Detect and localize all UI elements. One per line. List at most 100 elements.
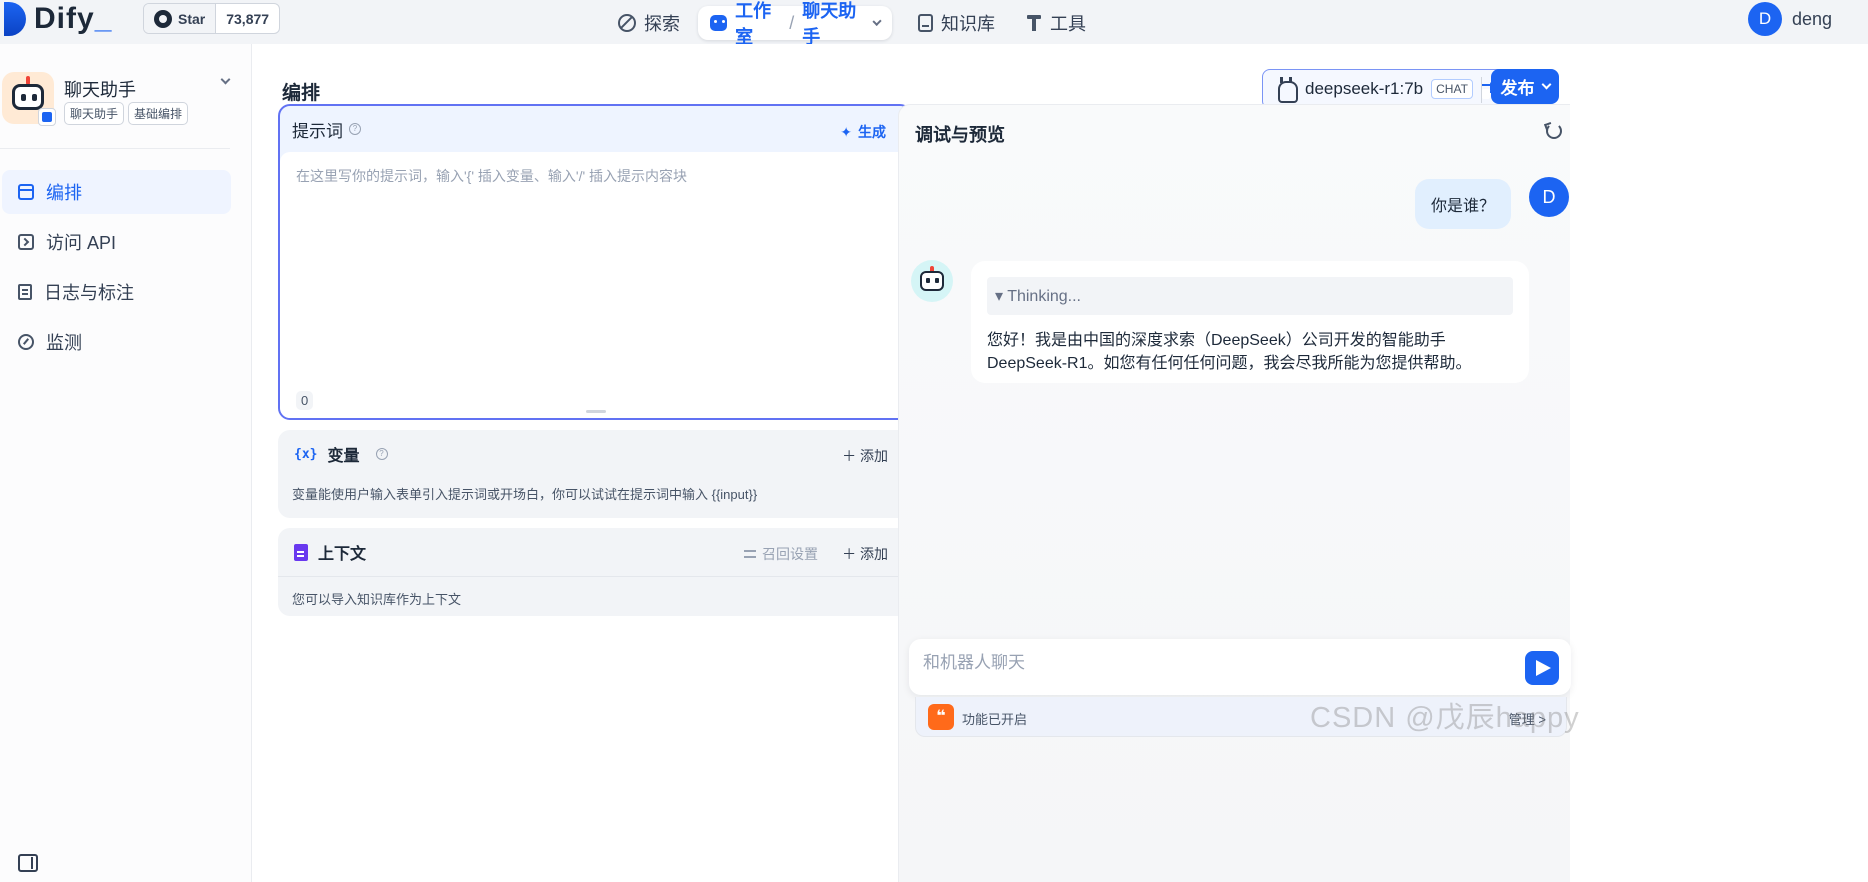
sidebar-item-orchestrate[interactable]: 编排 [2,170,231,214]
nav-knowledge-label: 知识库 [941,14,995,34]
user-name[interactable]: deng [1792,9,1832,30]
prompt-header: 提示词 ? [280,106,910,152]
nav-separator: / [789,12,795,33]
generate-label: 生成 [858,124,886,140]
add-label: 添加 [860,448,888,464]
user-menu[interactable]: D deng [1748,0,1832,38]
feature-status: 功能已开启 [962,712,1028,727]
header-divider [1481,77,1482,103]
debug-preview-panel: 调试与预览 你是谁？ D ▾ Thinking... 您好！我是由中国的深度求索… [898,104,1571,882]
variables-description: 变量能使用户输入表单引入提示词或开场白，你可以试试在提示词中输入 {{input… [292,487,758,502]
nav-explore-label: 探索 [644,14,680,34]
app-tags: 聊天助手 基础编排 [64,102,189,125]
add-variable-button[interactable]: ＋ 添加 [842,446,888,466]
book-icon [918,14,933,32]
resize-handle[interactable] [586,410,606,413]
model-mode-tag: CHAT [1431,79,1473,99]
gauge-icon [18,334,34,350]
app-type-badge-icon [38,108,56,126]
dify-logo[interactable]: Dify_ [4,2,112,36]
page-title: 编排 [282,83,321,104]
app-tag: 基础编排 [128,102,189,125]
variables-card: {x} 变量 ? ＋ 添加 变量能使用户输入表单引入提示词或开场白，你可以试试在… [278,430,912,518]
sidebar-item-label: 监测 [46,333,82,353]
sparkle-icon: ✦ [840,123,852,140]
nav-tools-label: 工具 [1050,14,1086,34]
llama-icon [1275,77,1298,103]
chat-input-box [909,639,1571,695]
user-chat-avatar: D [1529,177,1569,217]
thinking-toggle[interactable]: ▾ Thinking... [987,277,1513,315]
context-description: 您可以导入知识库作为上下文 [292,592,462,607]
recall-label: 召回设置 [762,546,818,562]
user-avatar[interactable]: D [1748,2,1782,36]
sidebar-item-api[interactable]: 访问 API [2,220,231,264]
sidebar-collapse-icon[interactable] [18,854,38,872]
chat-input[interactable] [923,653,1503,673]
nav-current-app[interactable]: 聊天助手 [802,0,864,49]
watermark: CSDN @戊辰happy [1310,702,1580,734]
variables-header: {x} 变量 ? ＋ 添加 [278,430,912,478]
chevron-down-icon[interactable] [220,74,231,85]
terminal-icon [18,234,34,250]
logo-dash: _ [94,2,113,35]
nav-studio[interactable]: 工作室 / 聊天助手 [698,1,892,47]
sidebar-item-logs[interactable]: 日志与标注 [2,270,231,314]
sidebar-item-label: 编排 [46,183,82,203]
sidebar-nav: 编排 访问 API 日志与标注 监测 [2,170,231,370]
context-header: 上下文 召回设置 ＋ 添加 [278,528,912,576]
app-tag: 聊天助手 [64,102,125,125]
publish-button[interactable]: 发布 [1491,69,1559,104]
bot-message: ▾ Thinking... 您好！我是由中国的深度求索（DeepSeek）公司开… [971,261,1529,383]
robot-icon [710,15,728,31]
chevron-down-icon [1541,79,1551,90]
variable-icon: {x} [294,446,318,462]
help-icon[interactable]: ? [375,448,388,460]
model-name: deepseek-r1:7b [1305,79,1424,98]
logo-text: Dify [34,2,95,35]
compass-icon [618,14,636,32]
refresh-icon[interactable] [1546,123,1562,139]
nav-tools[interactable]: 工具 [1014,6,1098,40]
bot-avatar [911,260,953,302]
app-name: 聊天助手 [64,80,136,100]
app-sidebar: 聊天助手 聊天助手 基础编排 编排 访问 API 日志与标注 监测 [0,44,252,882]
context-card: 上下文 召回设置 ＋ 添加 您可以导入知识库作为上下文 [278,528,912,616]
variables-title: 变量 [327,448,360,465]
document-icon [294,543,308,561]
hammer-icon [1026,14,1042,32]
prompt-editor[interactable]: 在这里写你的提示词，输入'{' 插入变量、输入'/' 插入提示内容块 0 [280,152,910,418]
quote-icon: ❝ [928,704,954,730]
model-selector[interactable]: deepseek-r1:7b CHAT [1262,69,1512,109]
help-icon[interactable]: ? [349,123,361,135]
sidebar-item-label: 访问 API [46,233,117,253]
main-content: 编排 提示词 ? ✦ 生成 在这里写你的提示词，输入'{' 插入变量、输入'/'… [252,44,1868,882]
generate-button[interactable]: ✦ 生成 [840,122,886,142]
sidebar-item-monitor[interactable]: 监测 [2,320,231,364]
prompt-card: 提示词 ? ✦ 生成 在这里写你的提示词，输入'{' 插入变量、输入'/' 插入… [278,104,912,420]
github-icon [154,9,172,28]
prompt-placeholder: 在这里写你的提示词，输入'{' 插入变量、输入'/' 插入提示内容块 [296,168,688,184]
dify-logo-icon [4,2,26,36]
layout-icon [18,184,34,200]
github-star-button[interactable]: Star 73,877 [143,3,281,34]
nav-knowledge[interactable]: 知识库 [906,6,1007,40]
github-star-count: 73,877 [226,10,270,27]
sidebar-divider [0,148,230,149]
send-icon[interactable] [1525,651,1559,685]
add-context-button[interactable]: ＋ 添加 [842,544,888,564]
bot-message-text: 您好！我是由中国的深度求索（DeepSeek）公司开发的智能助手DeepSeek… [987,332,1472,372]
file-list-icon [18,284,32,300]
context-title: 上下文 [318,546,367,563]
debug-title: 调试与预览 [915,125,1005,145]
publish-label: 发布 [1500,79,1535,98]
nav-explore[interactable]: 探索 [606,6,692,40]
nav-studio-label[interactable]: 工作室 [735,0,781,49]
user-message: 你是谁？ [1415,179,1512,229]
prompt-label: 提示词 [292,121,343,141]
app-info[interactable]: 聊天助手 聊天助手 基础编排 [2,72,240,132]
chevron-down-icon[interactable] [872,16,882,26]
char-count: 0 [296,391,314,410]
add-label: 添加 [860,546,888,562]
recall-settings-button[interactable]: 召回设置 [744,544,818,564]
